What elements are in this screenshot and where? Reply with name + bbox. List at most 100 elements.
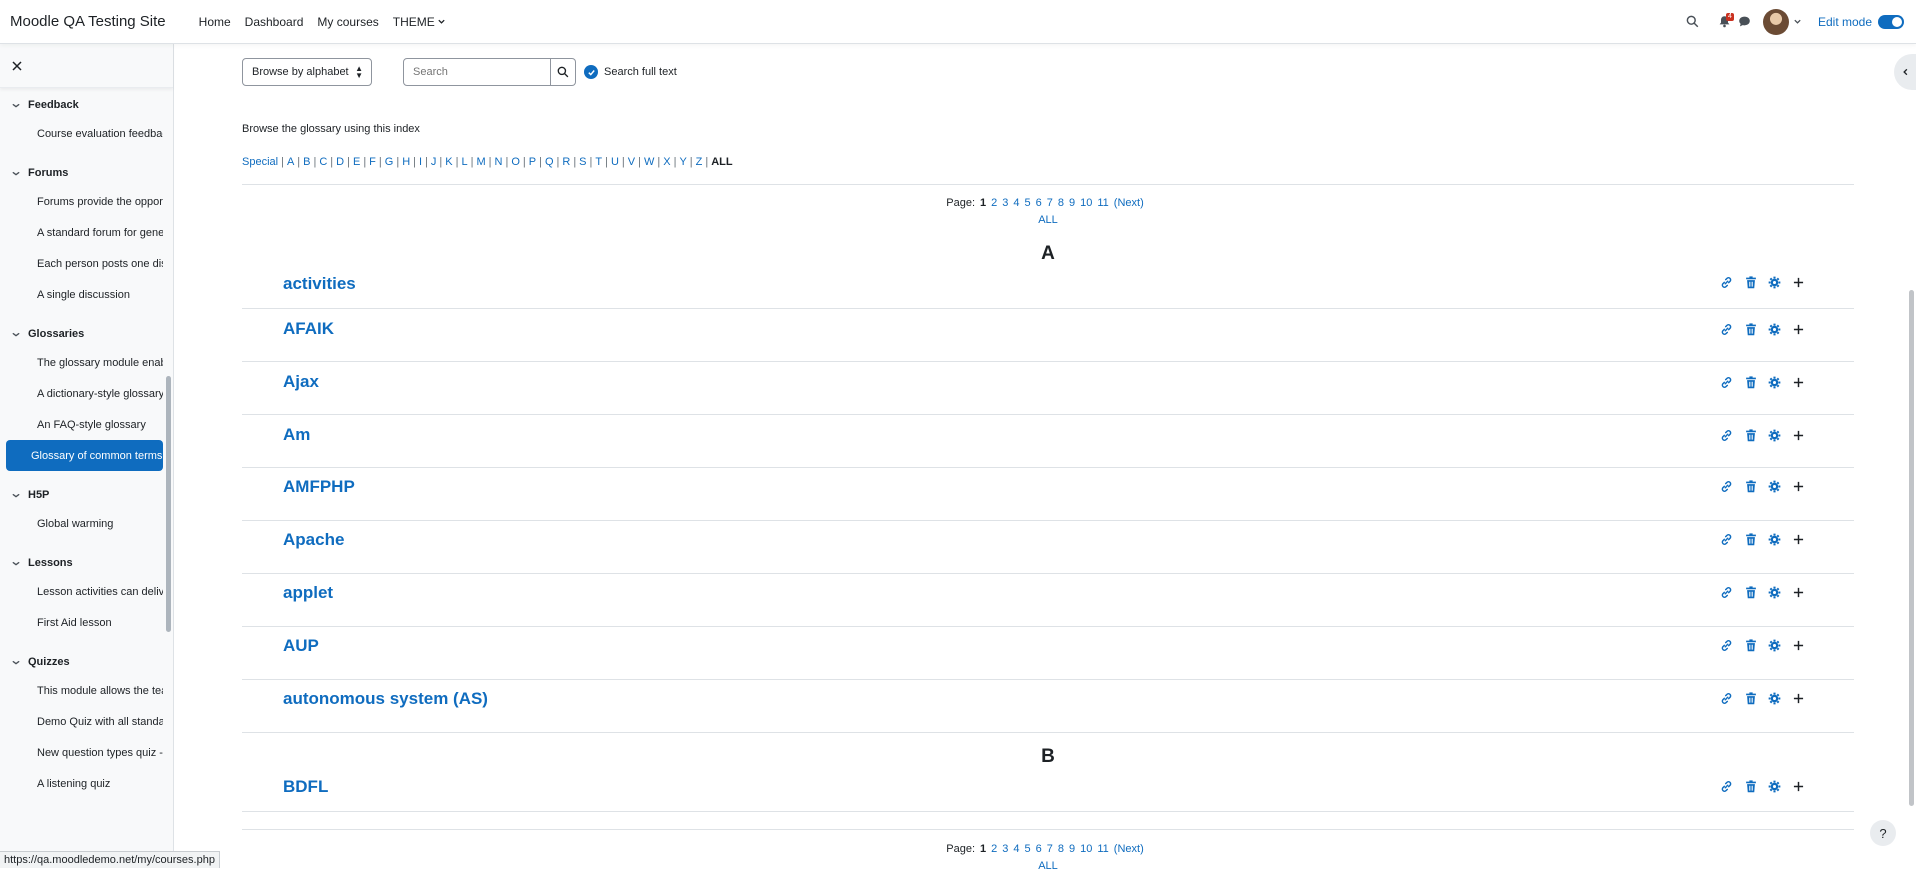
link-icon[interactable]: [1720, 376, 1733, 389]
page-link[interactable]: 2: [991, 843, 997, 855]
entry-term[interactable]: activities: [283, 274, 356, 294]
trash-icon[interactable]: [1744, 780, 1757, 793]
link-icon[interactable]: [1720, 692, 1733, 705]
gear-icon[interactable]: [1768, 429, 1781, 442]
page-link[interactable]: 10: [1080, 197, 1092, 209]
entry-term[interactable]: autonomous system (AS): [283, 689, 488, 709]
link-icon[interactable]: [1720, 323, 1733, 336]
entry-term[interactable]: BDFL: [283, 777, 328, 797]
index-letter[interactable]: E: [353, 156, 360, 168]
page-link[interactable]: 3: [1002, 843, 1008, 855]
trash-icon[interactable]: [1744, 376, 1757, 389]
search-full-text-option[interactable]: Search full text: [584, 65, 677, 79]
index-letter[interactable]: S: [579, 156, 586, 168]
link-icon[interactable]: [1720, 586, 1733, 599]
index-letter[interactable]: G: [385, 156, 394, 168]
course-index-item[interactable]: A listening quiz: [6, 768, 163, 799]
section-feedback[interactable]: Feedback: [0, 92, 174, 118]
trash-icon[interactable]: [1744, 586, 1757, 599]
plus-icon[interactable]: [1792, 480, 1805, 493]
gear-icon[interactable]: [1768, 323, 1781, 336]
section-quizzes[interactable]: Quizzes: [0, 649, 174, 675]
index-letter[interactable]: J: [431, 156, 437, 168]
link-icon[interactable]: [1720, 480, 1733, 493]
plus-icon[interactable]: [1792, 586, 1805, 599]
trash-icon[interactable]: [1744, 480, 1757, 493]
course-index-item[interactable]: A dictionary-style glossary: [6, 378, 163, 409]
user-avatar[interactable]: [1763, 9, 1789, 35]
index-letter[interactable]: D: [336, 156, 344, 168]
drawer-scrollbar[interactable]: [166, 376, 171, 632]
page-link[interactable]: 8: [1058, 843, 1064, 855]
trash-icon[interactable]: [1744, 323, 1757, 336]
index-letter[interactable]: I: [419, 156, 422, 168]
entry-term[interactable]: AFAIK: [283, 319, 334, 339]
browse-mode-select[interactable]: Browse by alphabet ▲▼: [242, 58, 372, 86]
page-link[interactable]: 6: [1036, 843, 1042, 855]
link-icon[interactable]: [1720, 780, 1733, 793]
search-full-text-checkbox[interactable]: [584, 65, 598, 79]
gear-icon[interactable]: [1768, 480, 1781, 493]
search-icon[interactable]: [1683, 12, 1703, 32]
entry-term[interactable]: AUP: [283, 636, 319, 656]
gear-icon[interactable]: [1768, 376, 1781, 389]
page-link[interactable]: 5: [1025, 197, 1031, 209]
trash-icon[interactable]: [1744, 533, 1757, 546]
page-link[interactable]: 8: [1058, 197, 1064, 209]
page-link[interactable]: 9: [1069, 843, 1075, 855]
index-letter[interactable]: O: [511, 156, 520, 168]
index-letter[interactable]: Y: [679, 156, 686, 168]
page-link[interactable]: 4: [1013, 197, 1019, 209]
plus-icon[interactable]: [1792, 692, 1805, 705]
course-index-item[interactable]: Each person posts one disc...: [6, 248, 163, 279]
page-link[interactable]: 10: [1080, 843, 1092, 855]
course-index-item[interactable]: This module allows the tea...: [6, 675, 163, 706]
course-index-item[interactable]: Forums provide the opport...: [6, 186, 163, 217]
course-index-item[interactable]: First Aid lesson: [6, 607, 163, 638]
page-link[interactable]: 5: [1025, 843, 1031, 855]
index-letter[interactable]: W: [644, 156, 654, 168]
index-letter[interactable]: F: [369, 156, 376, 168]
section-glossaries[interactable]: Glossaries: [0, 321, 174, 347]
plus-icon[interactable]: [1792, 533, 1805, 546]
trash-icon[interactable]: [1744, 639, 1757, 652]
plus-icon[interactable]: [1792, 780, 1805, 793]
trash-icon[interactable]: [1744, 429, 1757, 442]
gear-icon[interactable]: [1768, 780, 1781, 793]
edit-mode-toggle[interactable]: [1878, 15, 1904, 29]
section-forums[interactable]: Forums: [0, 160, 174, 186]
close-icon[interactable]: [12, 61, 22, 71]
page-link[interactable]: 2: [991, 197, 997, 209]
course-index-item[interactable]: The glossary module enabl...: [6, 347, 163, 378]
entry-term[interactable]: applet: [283, 583, 333, 603]
link-icon[interactable]: [1720, 533, 1733, 546]
page-link[interactable]: 11: [1097, 197, 1108, 209]
course-index-item[interactable]: New question types quiz - ...: [6, 737, 163, 768]
notifications-bell-icon[interactable]: 4: [1715, 12, 1735, 32]
entry-term[interactable]: Apache: [283, 530, 344, 550]
index-letter[interactable]: V: [628, 156, 635, 168]
page-all-link[interactable]: ALL: [1038, 860, 1058, 872]
index-letter[interactable]: X: [663, 156, 670, 168]
link-icon[interactable]: [1720, 429, 1733, 442]
index-letter[interactable]: R: [562, 156, 570, 168]
index-letter[interactable]: Z: [696, 156, 703, 168]
nav-dashboard[interactable]: Dashboard: [238, 15, 311, 29]
trash-icon[interactable]: [1744, 276, 1757, 289]
plus-icon[interactable]: [1792, 376, 1805, 389]
messages-chat-icon[interactable]: [1735, 12, 1755, 32]
page-next-link[interactable]: (Next): [1114, 197, 1144, 209]
gear-icon[interactable]: [1768, 639, 1781, 652]
section-h5p[interactable]: H5P: [0, 482, 174, 508]
entry-term[interactable]: Ajax: [283, 372, 319, 392]
page-link[interactable]: 7: [1047, 843, 1053, 855]
course-index-item[interactable]: Global warming: [6, 508, 163, 539]
link-icon[interactable]: [1720, 639, 1733, 652]
trash-icon[interactable]: [1744, 692, 1757, 705]
link-icon[interactable]: [1720, 276, 1733, 289]
site-brand[interactable]: Moodle QA Testing Site: [10, 13, 166, 30]
page-link[interactable]: 4: [1013, 843, 1019, 855]
search-button[interactable]: [551, 58, 576, 86]
help-button[interactable]: ?: [1870, 820, 1896, 846]
page-all-link[interactable]: ALL: [1038, 214, 1058, 226]
